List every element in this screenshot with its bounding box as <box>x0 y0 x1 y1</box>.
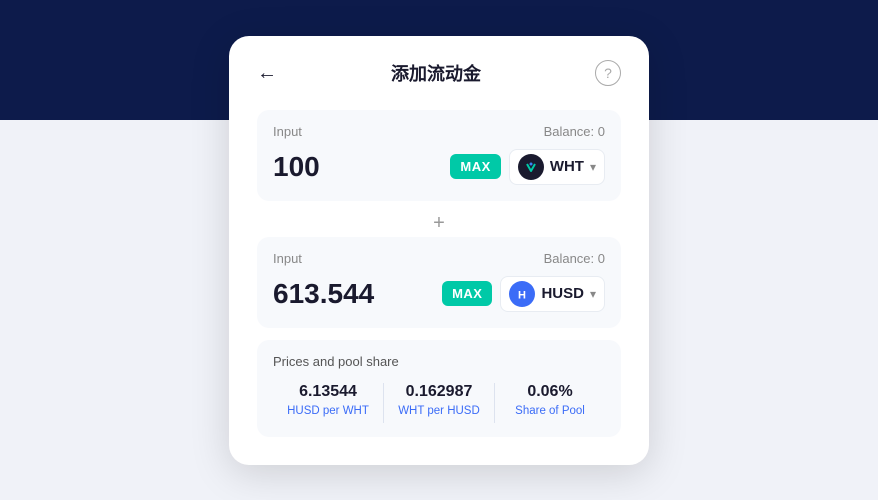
plus-divider: + <box>257 213 621 233</box>
prices-title: Prices and pool share <box>273 354 605 369</box>
input1-controls: MAX WHT ▾ <box>450 149 605 185</box>
input1-balance: Balance: 0 <box>544 124 605 139</box>
input-section-husd: Input Balance: 0 613.544 MAX H HUSD ▾ <box>257 237 621 328</box>
main-card: ← 添加流动金 ? Input Balance: 0 100 MAX <box>229 36 649 465</box>
input2-label-row: Input Balance: 0 <box>273 251 605 266</box>
input2-token-selector[interactable]: H HUSD ▾ <box>500 276 605 312</box>
husd-icon: H <box>509 281 535 307</box>
wht-icon <box>518 154 544 180</box>
input1-row: 100 MAX WHT ▾ <box>273 149 605 185</box>
price-value-2: 0.162987 <box>384 383 494 401</box>
input-section-wht: Input Balance: 0 100 MAX WHT ▾ <box>257 110 621 201</box>
back-button[interactable]: ← <box>257 63 277 83</box>
input1-token-name: WHT <box>550 158 584 175</box>
input1-max-button[interactable]: MAX <box>450 154 500 179</box>
help-button[interactable]: ? <box>595 60 621 86</box>
prices-section: Prices and pool share 6.13544 HUSD per W… <box>257 340 621 437</box>
input1-label-row: Input Balance: 0 <box>273 124 605 139</box>
input1-chevron-icon: ▾ <box>590 160 596 174</box>
input2-label: Input <box>273 251 302 266</box>
input1-label: Input <box>273 124 302 139</box>
price-item-wht-per-husd: 0.162987 WHT per HUSD <box>384 383 494 417</box>
price-desc-2: WHT per HUSD <box>384 405 494 417</box>
input2-controls: MAX H HUSD ▾ <box>442 276 605 312</box>
input2-token-name: HUSD <box>541 285 584 302</box>
price-item-husd-per-wht: 6.13544 HUSD per WHT <box>273 383 383 417</box>
input2-chevron-icon: ▾ <box>590 287 596 301</box>
input1-amount: 100 <box>273 151 320 183</box>
input2-row: 613.544 MAX H HUSD ▾ <box>273 276 605 312</box>
card-header: ← 添加流动金 ? <box>257 60 621 86</box>
price-value-1: 6.13544 <box>273 383 383 401</box>
price-item-share-of-pool: 0.06% Share of Pool <box>495 383 605 417</box>
input2-max-button[interactable]: MAX <box>442 281 492 306</box>
price-value-3: 0.06% <box>495 383 605 401</box>
page-title: 添加流动金 <box>277 60 595 86</box>
input1-token-selector[interactable]: WHT ▾ <box>509 149 605 185</box>
svg-text:H: H <box>518 289 526 301</box>
price-desc-3: Share of Pool <box>495 405 605 417</box>
input2-balance: Balance: 0 <box>544 251 605 266</box>
input2-amount: 613.544 <box>273 278 374 310</box>
price-desc-1: HUSD per WHT <box>273 405 383 417</box>
prices-row: 6.13544 HUSD per WHT 0.162987 WHT per HU… <box>273 383 605 423</box>
